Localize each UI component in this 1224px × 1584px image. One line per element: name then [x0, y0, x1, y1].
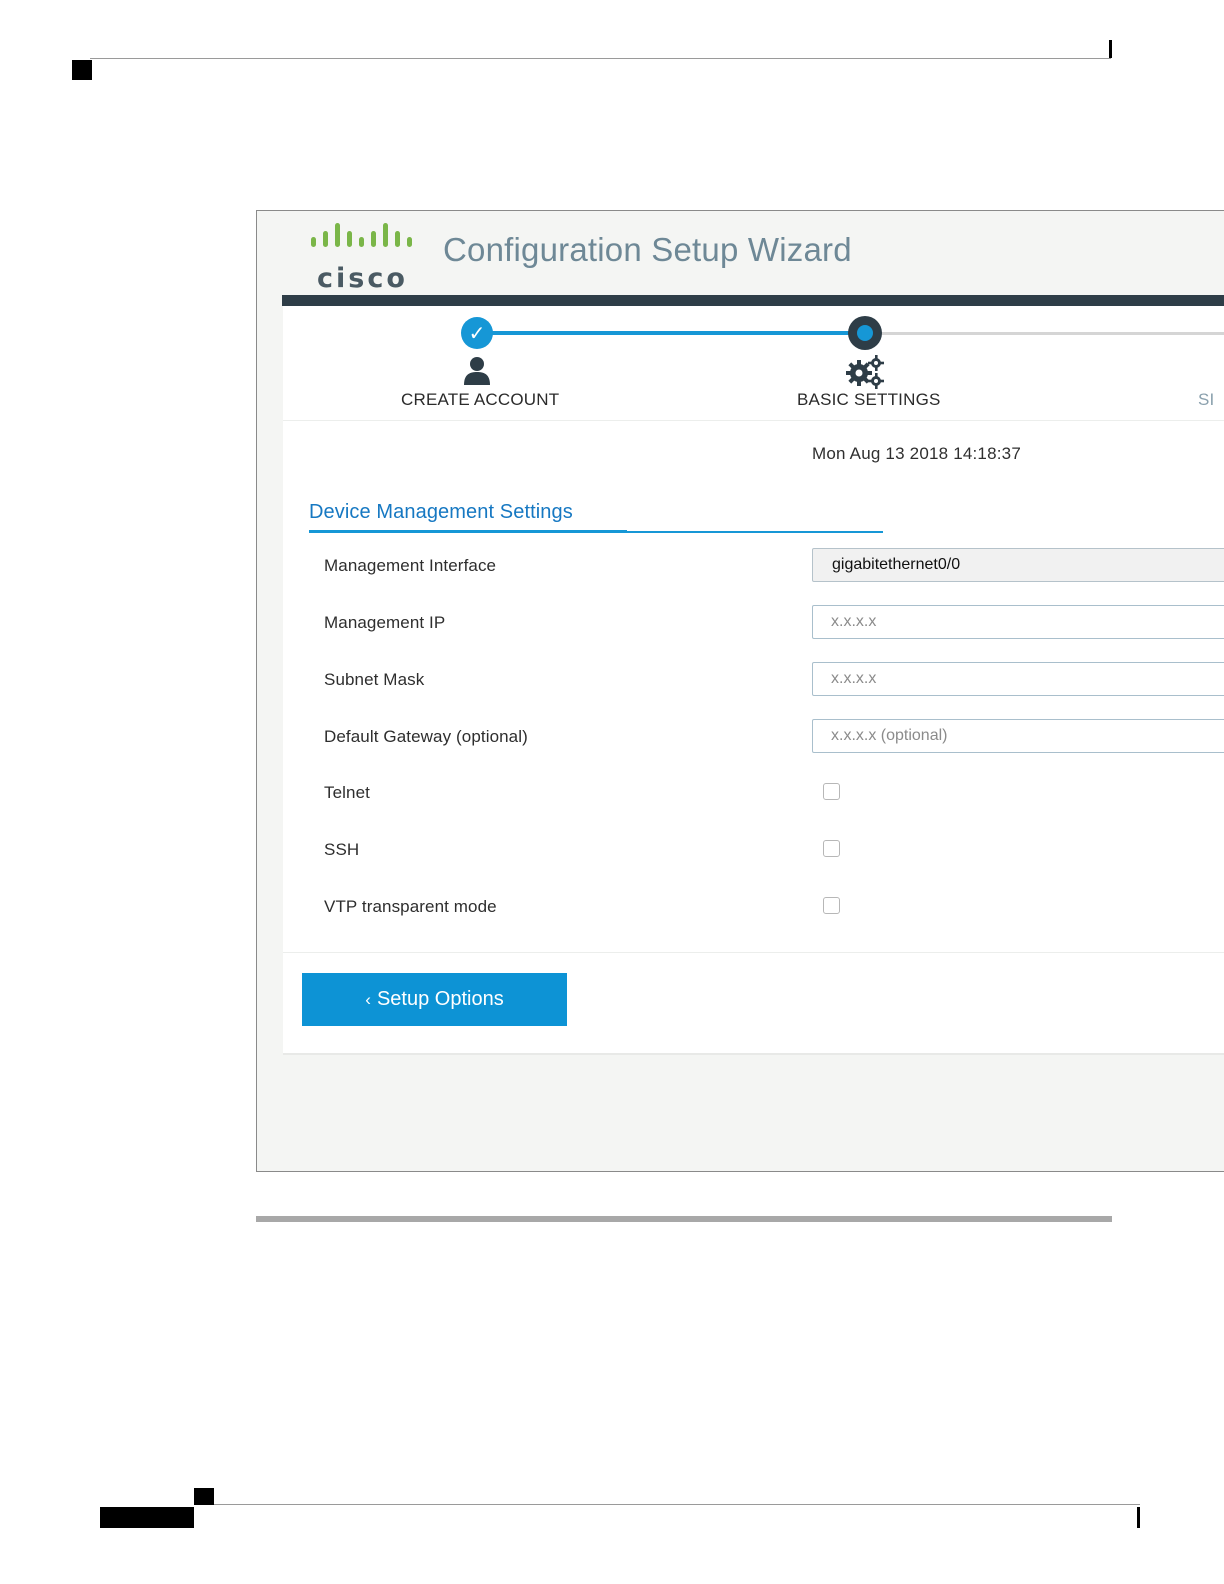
default-gateway-input[interactable] [812, 719, 1224, 753]
figure-underline [256, 1216, 1112, 1222]
vtp-transparent-mode-checkbox[interactable] [823, 897, 840, 914]
step-label-next[interactable]: SI [1198, 390, 1214, 410]
checkmark-icon: ✓ [468, 321, 486, 345]
wizard-screenshot: cisco Configuration Setup Wizard ✓ CREAT… [256, 210, 1224, 1172]
gears-icon [846, 355, 884, 389]
row-management-ip: Management IP [283, 605, 1224, 645]
step-create-account-marker[interactable]: ✓ [461, 317, 493, 349]
management-ip-input[interactable] [812, 605, 1224, 639]
page-bottom-tick [1137, 1507, 1140, 1528]
progress-stepper: ✓ CREATE ACCOUNT BASIC SETTINGS SI [283, 306, 1224, 421]
step-label-basic-settings[interactable]: BASIC SETTINGS [797, 390, 941, 410]
row-vtp: VTP transparent mode [283, 897, 1224, 937]
cisco-logo: cisco [305, 223, 415, 294]
setup-options-button[interactable]: ‹ Setup Options [302, 973, 567, 1026]
step-label-create-account[interactable]: CREATE ACCOUNT [401, 390, 559, 410]
subnet-mask-label: Subnet Mask [324, 670, 425, 689]
vtp-transparent-mode-label: VTP transparent mode [324, 897, 497, 916]
page-top-rule [90, 58, 1111, 59]
wizard-card: ✓ CREATE ACCOUNT BASIC SETTINGS SI Mon A… [283, 306, 1224, 1055]
ssh-label: SSH [324, 840, 360, 859]
cisco-wordmark: cisco [317, 263, 408, 294]
progress-track-complete [477, 331, 865, 335]
wizard-header: cisco Configuration Setup Wizard [257, 211, 1224, 295]
page-corner-mark [72, 60, 92, 80]
row-subnet-mask: Subnet Mask [283, 662, 1224, 702]
page-top-tick [1109, 40, 1112, 58]
step-basic-settings-marker[interactable] [848, 316, 882, 350]
header-band [282, 295, 1224, 306]
row-ssh: SSH [283, 840, 1224, 880]
telnet-label: Telnet [324, 783, 370, 802]
subnet-mask-input[interactable] [812, 662, 1224, 696]
management-interface-select[interactable]: gigabitethernet0/0 [812, 548, 1224, 582]
setup-options-button-label: Setup Options [376, 988, 504, 1010]
ssh-checkbox[interactable] [823, 840, 840, 857]
cisco-bars-icon [311, 223, 412, 247]
progress-track-remaining [865, 332, 1224, 335]
default-gateway-label: Default Gateway (optional) [324, 727, 528, 746]
row-telnet: Telnet [283, 783, 1224, 823]
management-interface-label: Management Interface [324, 556, 497, 575]
form-footer-divider [283, 952, 1224, 953]
user-icon [464, 357, 490, 385]
telnet-checkbox[interactable] [823, 783, 840, 800]
chevron-left-icon: ‹ [365, 989, 371, 1009]
row-management-interface: Management Interface gigabitethernet0/0 [283, 548, 1224, 588]
current-step-dot [857, 325, 873, 341]
section-divider-accent [309, 530, 627, 533]
page-footer-mark [194, 1488, 214, 1505]
management-ip-label: Management IP [324, 613, 446, 632]
row-default-gateway: Default Gateway (optional) [283, 719, 1224, 759]
page-title: Configuration Setup Wizard [443, 231, 852, 268]
page-bottom-rule [212, 1504, 1140, 1505]
section-title: Device Management Settings [309, 501, 573, 523]
page-footer-bar [100, 1507, 194, 1528]
current-datetime: Mon Aug 13 2018 14:18:37 [812, 444, 1021, 463]
